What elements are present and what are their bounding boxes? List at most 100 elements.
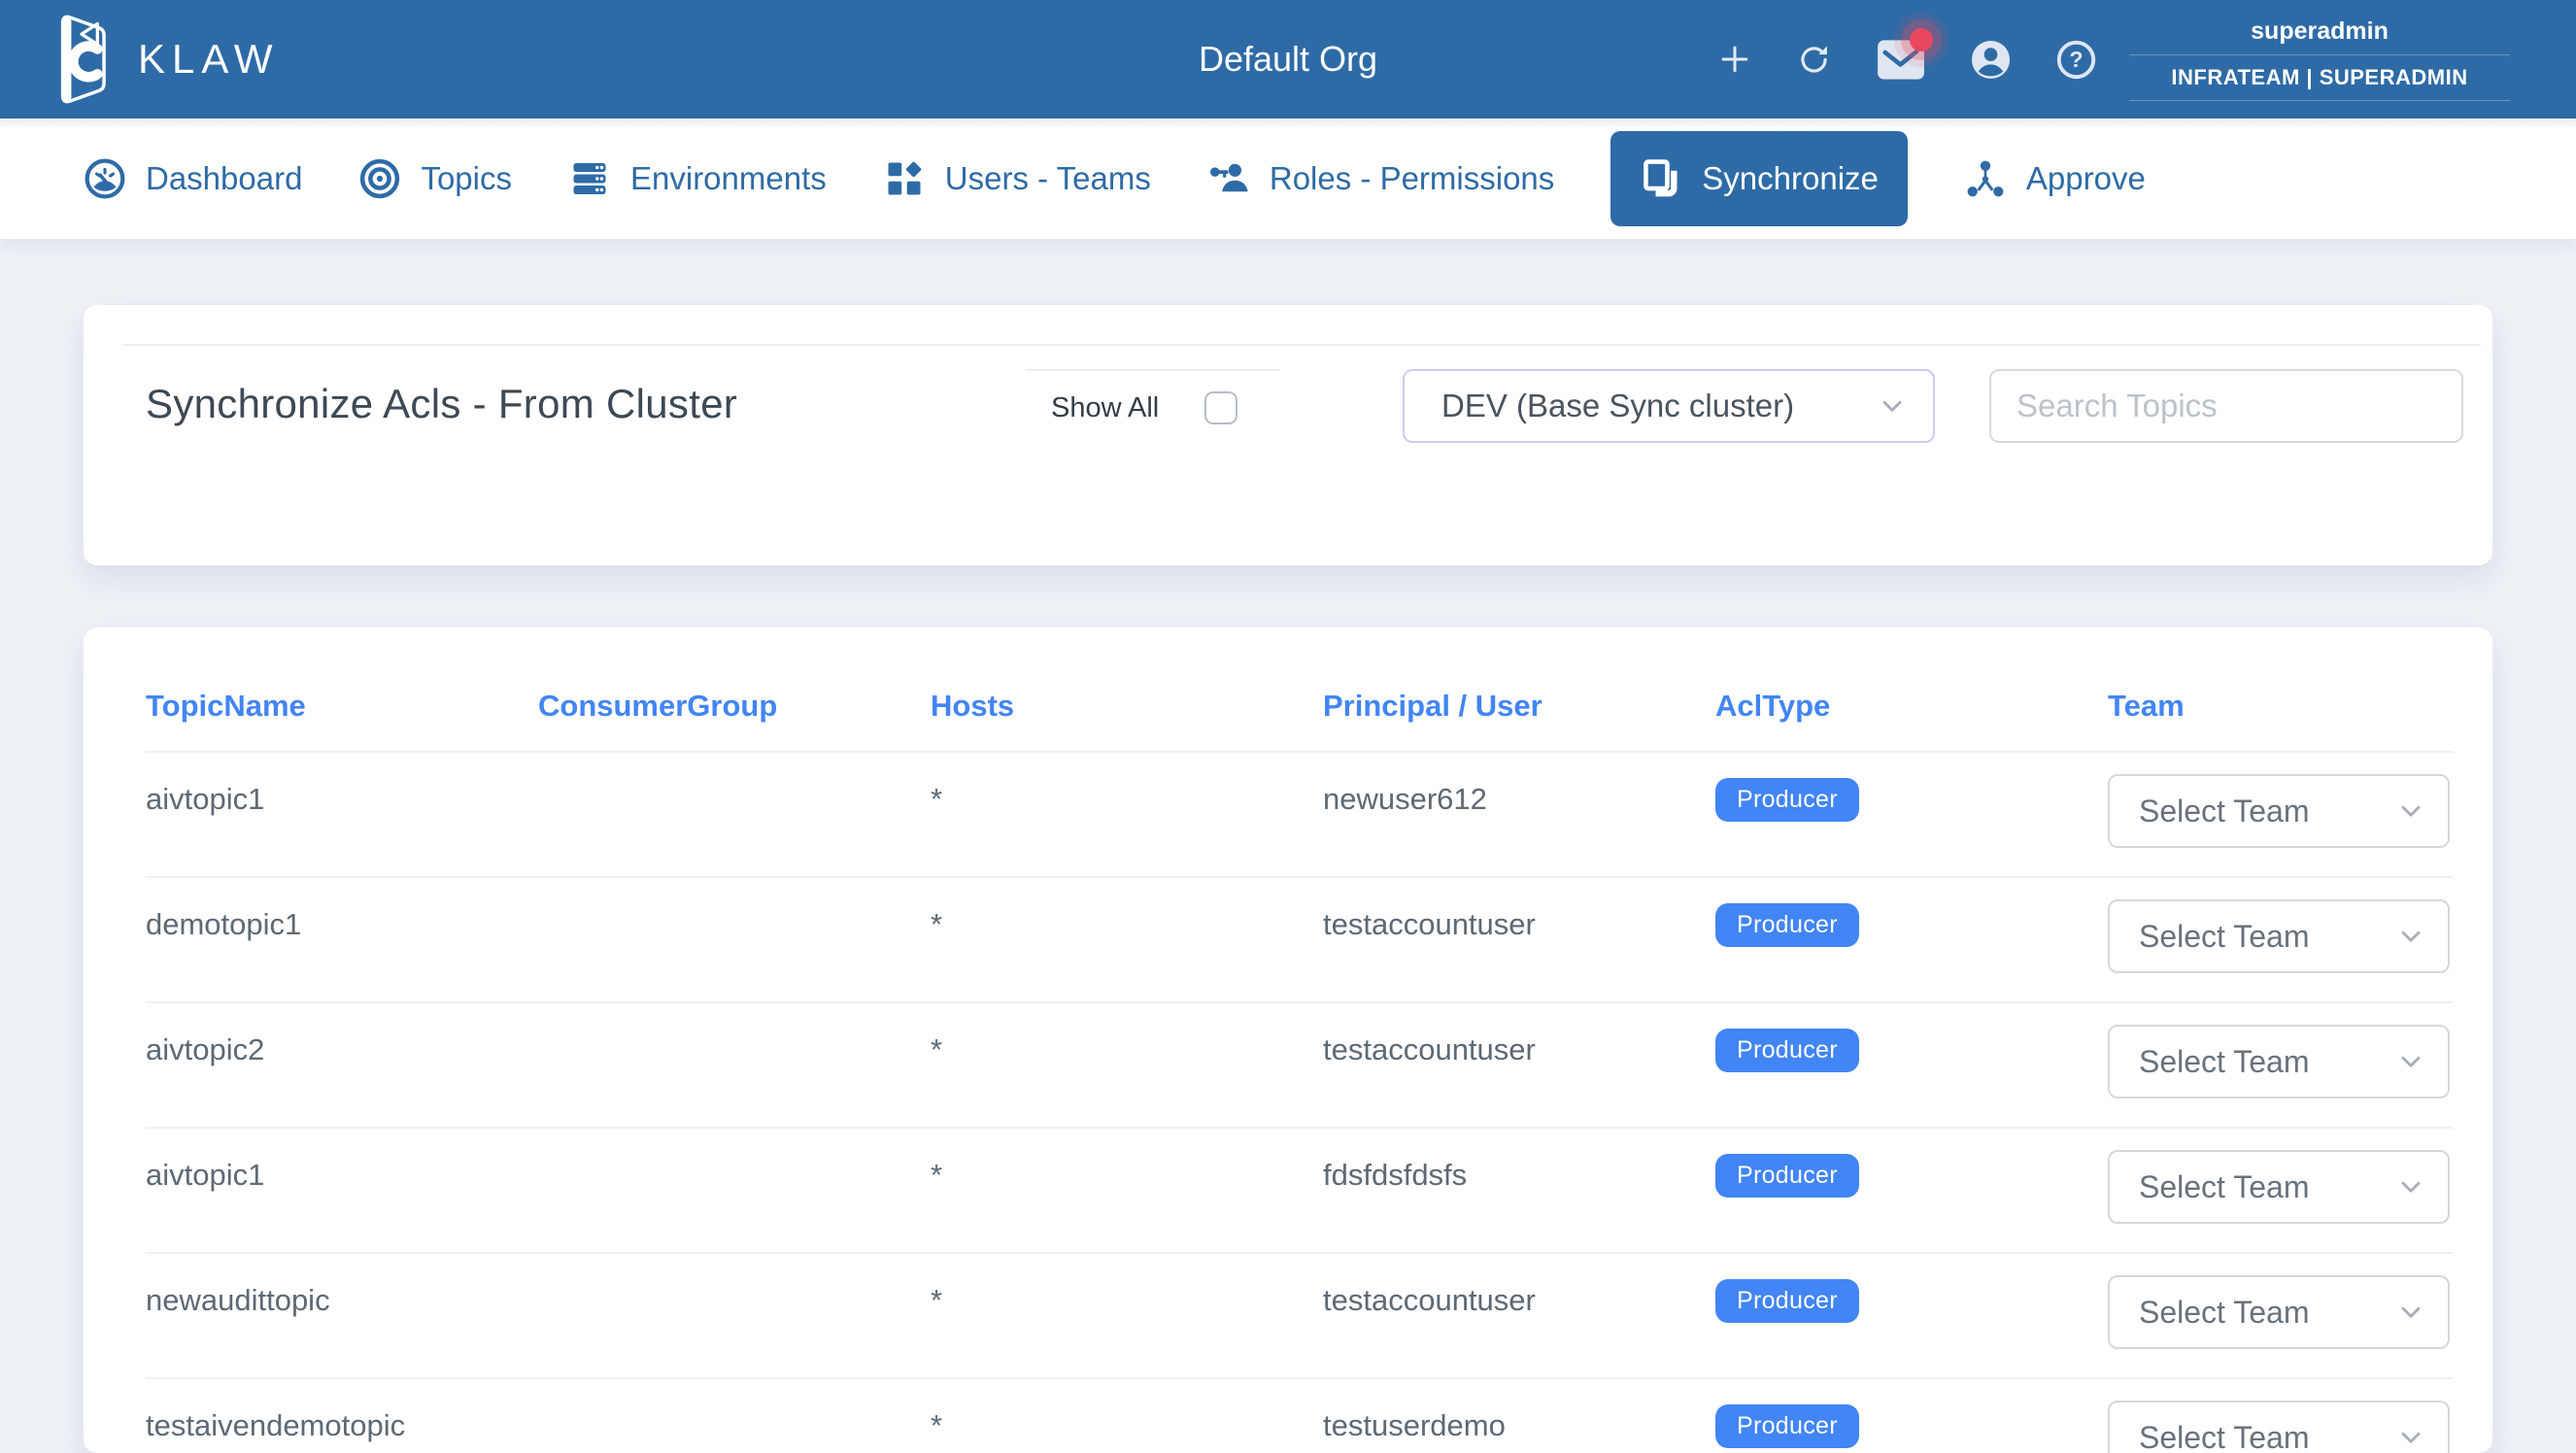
chevron-down-icon bbox=[2395, 795, 2426, 827]
consumer-group-cell bbox=[538, 753, 931, 782]
nav-item-dashboard[interactable]: Dashboard bbox=[84, 157, 302, 200]
consumer-group-cell bbox=[538, 1254, 931, 1283]
refresh-icon[interactable] bbox=[1796, 42, 1832, 78]
acl-type-badge: Producer bbox=[1715, 1029, 1859, 1072]
user-team-role: INFRATEAM | SUPERADMIN bbox=[2129, 54, 2510, 101]
team-select[interactable]: Select Team bbox=[2108, 1150, 2450, 1224]
column-header: Team bbox=[2108, 689, 2454, 724]
brand-name: KLAW bbox=[138, 36, 279, 83]
nav-item-users-teams[interactable]: Users - Teams bbox=[883, 157, 1151, 200]
team-cell: Select Team bbox=[2108, 753, 2454, 848]
topic-name-cell: aivtopic1 bbox=[146, 753, 538, 817]
search-topics-input[interactable] bbox=[1989, 369, 2463, 443]
chevron-down-icon bbox=[2395, 1422, 2426, 1453]
principal-cell: newuser612 bbox=[1323, 753, 1715, 817]
topbar-icons: ? bbox=[1718, 38, 2096, 81]
profile-icon[interactable] bbox=[1970, 39, 2012, 81]
hosts-cell: * bbox=[931, 1003, 1323, 1067]
table-row: aivtopic1 *newuser612Producer Select Team bbox=[146, 753, 2454, 878]
acl-type-cell: Producer bbox=[1715, 753, 2108, 822]
topic-name-cell: demotopic1 bbox=[146, 878, 538, 942]
table-row: aivtopic2 *testaccountuserProducer Select … bbox=[146, 1003, 2454, 1129]
cluster-select-value: DEV (Base Sync cluster) bbox=[1441, 388, 1794, 424]
team-select-value: Select Team bbox=[2139, 1295, 2310, 1331]
topic-name-cell: newaudittopic bbox=[146, 1254, 538, 1318]
team-cell: Select Team bbox=[2108, 1003, 2454, 1098]
column-header: TopicName bbox=[146, 689, 538, 724]
content: Synchronize Acls - From Cluster Show All… bbox=[0, 239, 2576, 1453]
nav-item-label: Topics bbox=[421, 160, 512, 197]
notification-dot bbox=[1910, 28, 1933, 51]
plus-icon[interactable] bbox=[1718, 43, 1751, 76]
team-cell: Select Team bbox=[2108, 1129, 2454, 1224]
mail-icon[interactable] bbox=[1877, 38, 1925, 81]
team-select-value: Select Team bbox=[2139, 1169, 2310, 1205]
table-row: newaudittopic*testaccountuserProducerSel… bbox=[146, 1254, 2454, 1379]
username: superadmin bbox=[2129, 17, 2510, 46]
nav-item-label: Approve bbox=[2026, 160, 2146, 197]
column-header: AclType bbox=[1715, 689, 2108, 724]
team-select-value: Select Team bbox=[2139, 1420, 2310, 1453]
hosts-cell: * bbox=[931, 878, 1323, 942]
acl-type-badge: Producer bbox=[1715, 1279, 1859, 1323]
user-block[interactable]: superadmin INFRATEAM | SUPERADMIN bbox=[2129, 17, 2510, 101]
team-select[interactable]: Select Team bbox=[2108, 1401, 2450, 1453]
team-select-value: Select Team bbox=[2139, 794, 2310, 829]
brand[interactable]: KLAW bbox=[54, 13, 279, 106]
roles-permissions-icon bbox=[1207, 157, 1250, 200]
nav-item-synchronize[interactable]: Synchronize bbox=[1610, 131, 1908, 226]
nav-item-approve[interactable]: Approve bbox=[1964, 157, 2146, 200]
acl-table-card: TopicNameConsumerGroupHostsPrincipal / U… bbox=[84, 627, 2492, 1453]
nav-item-environments[interactable]: Environments bbox=[568, 157, 827, 200]
topic-name-cell: aivtopic2 bbox=[146, 1003, 538, 1067]
consumer-group-cell bbox=[538, 1129, 931, 1158]
table-row: demotopic1*testaccountuserProducerSelect… bbox=[146, 878, 2454, 1003]
hosts-cell: * bbox=[931, 1379, 1323, 1443]
show-all-group: Show All bbox=[1026, 369, 1280, 445]
nav-item-label: Synchronize bbox=[1702, 160, 1879, 197]
nav-item-roles-permissions[interactable]: Roles - Permissions bbox=[1207, 157, 1554, 200]
nav-item-topics[interactable]: Topics bbox=[358, 157, 512, 200]
chevron-down-icon bbox=[2395, 1171, 2426, 1202]
principal-cell: testuserdemo bbox=[1323, 1379, 1715, 1443]
topics-icon bbox=[358, 157, 401, 200]
principal-cell: testaccountuser bbox=[1323, 1254, 1715, 1318]
nav-item-label: Dashboard bbox=[146, 160, 302, 197]
topic-name-cell: aivtopic1 bbox=[146, 1129, 538, 1193]
help-icon[interactable]: ? bbox=[2056, 40, 2096, 80]
klaw-logo-icon bbox=[54, 13, 109, 106]
team-select[interactable]: Select Team bbox=[2108, 1025, 2450, 1098]
hosts-cell: * bbox=[931, 753, 1323, 817]
team-cell: Select Team bbox=[2108, 878, 2454, 973]
principal-cell: testaccountuser bbox=[1323, 1003, 1715, 1067]
column-header: Principal / User bbox=[1323, 689, 1715, 724]
team-select[interactable]: Select Team bbox=[2108, 774, 2450, 848]
chevron-down-icon bbox=[2395, 1046, 2426, 1077]
table-header-row: TopicNameConsumerGroupHostsPrincipal / U… bbox=[146, 627, 2454, 753]
show-all-label: Show All bbox=[1051, 392, 1159, 424]
nav-item-label: Users - Teams bbox=[945, 160, 1151, 197]
topbar-right: ? superadmin INFRATEAM | SUPERADMIN bbox=[1718, 0, 2510, 118]
principal-cell: fdsfdsfdsfs bbox=[1323, 1129, 1715, 1193]
chevron-down-icon bbox=[2395, 921, 2426, 952]
team-select-value: Select Team bbox=[2139, 1044, 2310, 1080]
acl-type-badge: Producer bbox=[1715, 1404, 1859, 1448]
chevron-down-icon bbox=[1877, 390, 1908, 422]
approve-icon bbox=[1964, 157, 2007, 200]
show-all-checkbox[interactable] bbox=[1204, 391, 1237, 424]
team-select[interactable]: Select Team bbox=[2108, 899, 2450, 973]
page-title: Synchronize Acls - From Cluster bbox=[146, 381, 737, 427]
consumer-group-cell bbox=[538, 878, 931, 907]
acl-type-badge: Producer bbox=[1715, 1154, 1859, 1198]
synchronize-icon bbox=[1640, 157, 1682, 200]
svg-text:?: ? bbox=[2069, 46, 2083, 71]
cluster-select[interactable]: DEV (Base Sync cluster) bbox=[1403, 369, 1935, 443]
acl-type-cell: Producer bbox=[1715, 878, 2108, 947]
team-select-value: Select Team bbox=[2139, 919, 2310, 955]
column-header: ConsumerGroup bbox=[538, 689, 931, 724]
acl-type-cell: Producer bbox=[1715, 1379, 2108, 1448]
sync-panel-card: Synchronize Acls - From Cluster Show All… bbox=[84, 305, 2492, 565]
table-row: testaivendemotopic*testuserdemoProducerS… bbox=[146, 1379, 2454, 1453]
topbar: KLAW Default Org ? superadmin INFRATEAM … bbox=[0, 0, 2576, 118]
team-select[interactable]: Select Team bbox=[2108, 1275, 2450, 1349]
